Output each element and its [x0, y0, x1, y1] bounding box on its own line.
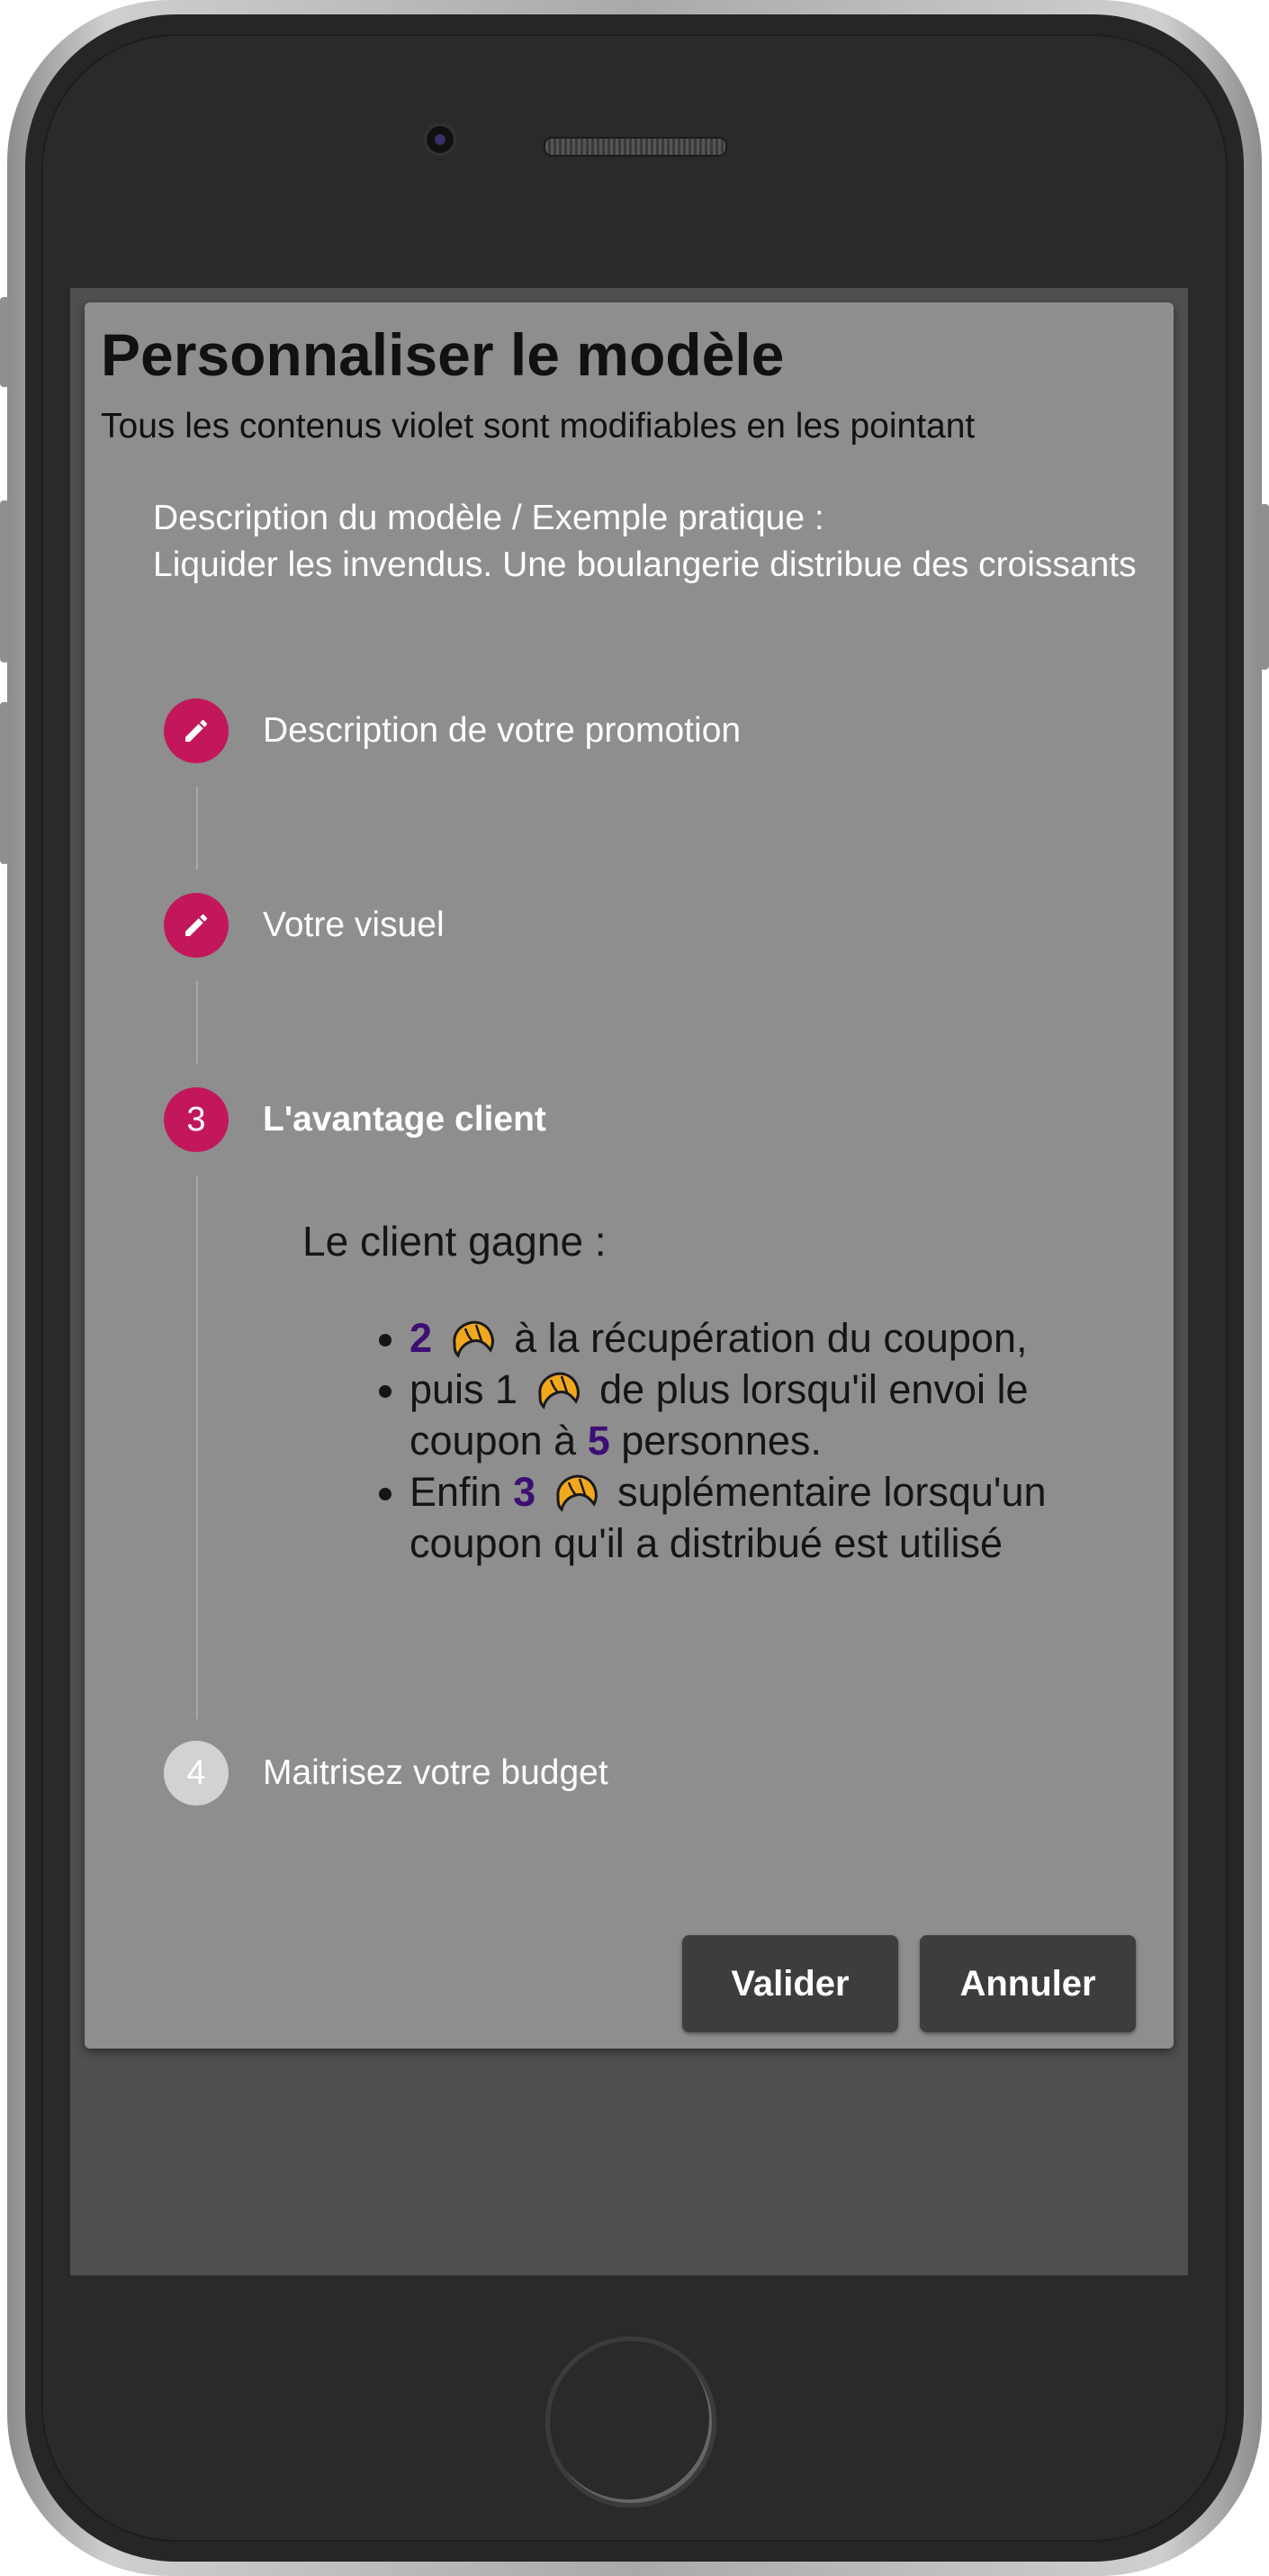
gain-item-3-text: suplémentaire lorsqu'un coupon qu'il a d…	[410, 1469, 1047, 1566]
template-description: Description du modèle / Exemple pratique…	[153, 495, 1143, 589]
gain-item-3: Enfin 3 suplémentaire lorsqu'un coupon q…	[410, 1466, 1166, 1569]
step-connector	[196, 1175, 198, 1719]
phone-volume-up	[0, 500, 9, 662]
croissant-icon[interactable]	[553, 1470, 601, 1515]
description-text: Liquider les invendus. Une boulangerie d…	[153, 545, 1137, 584]
pencil-icon	[185, 719, 208, 742]
croissant-icon[interactable]	[535, 1367, 583, 1412]
dialog-title: Personnaliser le modèle	[101, 321, 785, 388]
home-button[interactable]	[545, 2337, 716, 2508]
step-1-label[interactable]: Description de votre promotion	[263, 711, 741, 751]
step-1-pencil-icon[interactable]	[164, 698, 229, 763]
pencil-icon	[185, 914, 208, 936]
gain-item-1-text: à la récupération du coupon,	[514, 1315, 1028, 1361]
gain-item-2-text-b: personnes.	[621, 1418, 822, 1464]
gain-item-3-prefix: Enfin	[410, 1469, 502, 1515]
step-3-label[interactable]: L'avantage client	[263, 1100, 546, 1139]
gain-list: 2 à la récupération du coupon, puis 1 de…	[360, 1312, 1166, 1569]
step-2-label[interactable]: Votre visuel	[263, 905, 445, 945]
phone-power-button	[1260, 504, 1269, 670]
step-connector	[196, 787, 198, 869]
step-4-number[interactable]: 4	[164, 1741, 229, 1806]
editable-number[interactable]: 2	[410, 1315, 432, 1361]
step-2-pencil-icon[interactable]	[164, 893, 229, 958]
description-heading: Description du modèle / Exemple pratique…	[153, 499, 824, 537]
step-connector	[196, 981, 198, 1064]
step-4-label[interactable]: Maitrisez votre budget	[263, 1753, 608, 1793]
phone-volume-down	[0, 702, 9, 864]
gain-title: Le client gagne :	[302, 1218, 607, 1265]
croissant-icon[interactable]	[449, 1316, 498, 1361]
step-3-number[interactable]: 3	[164, 1087, 229, 1152]
gain-item-1: 2 à la récupération du coupon,	[410, 1312, 1166, 1364]
phone-side-button	[0, 297, 9, 387]
editable-number[interactable]: 5	[588, 1418, 610, 1464]
dialog-subtitle: Tous les contenus violet sont modifiable…	[101, 407, 976, 446]
front-camera	[427, 126, 454, 153]
validate-button[interactable]: Valider	[682, 1935, 898, 2032]
gain-item-2: puis 1 de plus lorsqu'il envoi le coupon…	[410, 1364, 1166, 1466]
cancel-button[interactable]: Annuler	[920, 1935, 1136, 2032]
editable-number[interactable]: 3	[513, 1469, 536, 1515]
gain-item-2-prefix: puis 1	[410, 1366, 518, 1412]
earpiece-speaker	[544, 137, 727, 157]
